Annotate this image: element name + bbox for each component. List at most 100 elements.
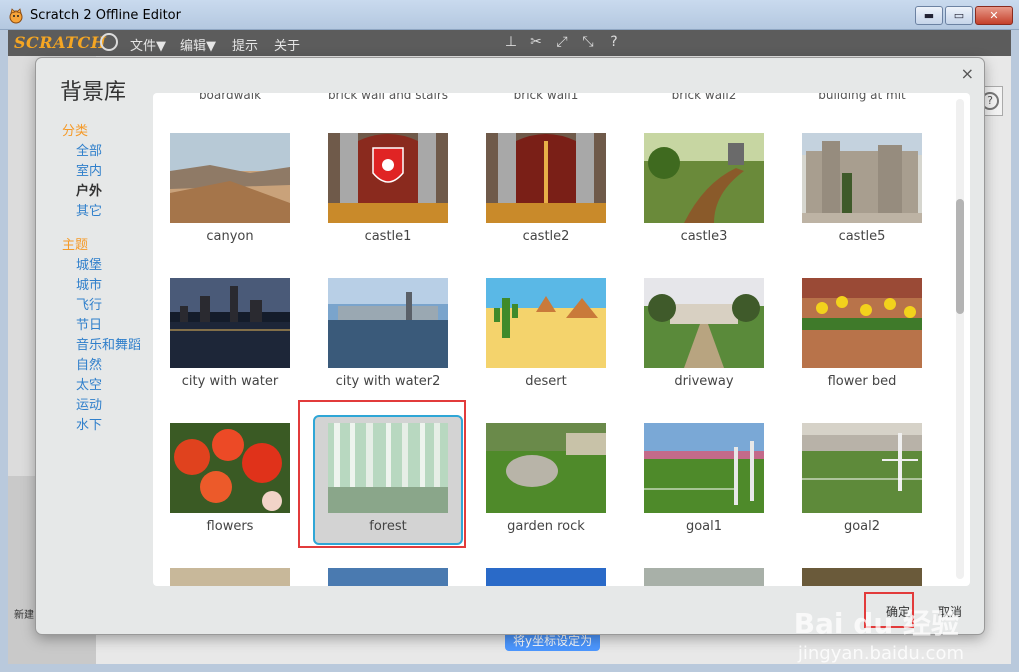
tile-label: brick wall and stairs [327, 93, 449, 102]
scratch-logo: SCRATCH [14, 33, 107, 52]
desert-thumbnail [486, 278, 606, 368]
theme-holiday[interactable]: 节日 [76, 316, 162, 336]
goal2-thumbnail [802, 423, 922, 513]
backdrop-tile-city-with-water2[interactable]: city with water2 [313, 270, 463, 400]
city-with-water2-thumbnail [328, 278, 448, 368]
backdrop-name: goal1 [685, 519, 723, 534]
backdrop-tile-castle2[interactable]: castle2 [471, 125, 621, 255]
theme-sports[interactable]: 运动 [76, 396, 162, 416]
goal1-thumbnail [644, 423, 764, 513]
backdrop-name: city with water2 [335, 374, 441, 389]
scratch-menubar: SCRATCH 文件▼ 编辑▼ 提示 关于 ⊥ ✂ ⤢ ⤡ ? [8, 30, 1011, 56]
backdrop-tile-flowers[interactable]: flowers [155, 415, 305, 545]
backdrop-tile-castle3[interactable]: castle3 [629, 125, 779, 255]
backdrop-name: garden rock [507, 519, 585, 534]
grow-icon[interactable]: ⤢ [554, 34, 570, 50]
new-backdrop-label: 新建 [14, 610, 34, 621]
backdrop-name: castle2 [522, 229, 570, 244]
library-filters: 分类 全部 室内 户外 其它 主题 城堡 城市 飞行 节日 音乐和舞蹈 自然 太… [62, 120, 162, 436]
castle5-thumbnail [802, 133, 922, 223]
canyon-thumbnail [170, 133, 290, 223]
library-scrollbar[interactable] [956, 99, 964, 579]
backdrop-name: castle5 [838, 229, 886, 244]
dialog-title: 背景库 [60, 80, 127, 105]
filter-indoors[interactable]: 室内 [76, 162, 162, 182]
filter-all[interactable]: 全部 [76, 142, 162, 162]
backdrop-name: flower bed [827, 374, 897, 389]
theme-city[interactable]: 城市 [76, 276, 162, 296]
backdrop-tile-flower-bed[interactable]: flower bed [787, 270, 937, 400]
backdrop-library-dialog: 背景库 × 分类 全部 室内 户外 其它 主题 城堡 城市 飞行 节日 音乐和舞… [36, 58, 984, 634]
filter-outdoors[interactable]: 户外 [76, 182, 162, 202]
theme-underwater[interactable]: 水下 [76, 416, 162, 436]
theme-music-dance[interactable]: 音乐和舞蹈 [76, 336, 162, 356]
dialog-close-icon[interactable]: × [961, 64, 974, 83]
castle3-thumbnail [644, 133, 764, 223]
backdrop-tile-partial[interactable] [787, 560, 937, 586]
theme-flying[interactable]: 飞行 [76, 296, 162, 316]
block-help-icon[interactable]: ? [606, 34, 622, 50]
tile-label: brick wall2 [671, 93, 737, 102]
window-titlebar: Scratch 2 Offline Editor ▬ ▭ ✕ [0, 0, 1019, 30]
backdrop-tile-partial[interactable] [313, 560, 463, 586]
backdrop-name: canyon [206, 229, 254, 244]
menu-edit[interactable]: 编辑▼ [180, 35, 216, 54]
castle1-thumbnail [328, 133, 448, 223]
tile-label: building at mit [818, 93, 906, 102]
theme-space[interactable]: 太空 [76, 376, 162, 396]
close-window-button[interactable]: ✕ [975, 6, 1013, 25]
castle2-thumbnail [486, 133, 606, 223]
backdrop-name: flowers [206, 519, 254, 534]
backdrop-tile-castle5[interactable]: castle5 [787, 125, 937, 255]
backdrop-tile-goal2[interactable]: goal2 [787, 415, 937, 545]
menu-tips[interactable]: 提示 [232, 35, 258, 54]
category-heading: 分类 [62, 124, 89, 139]
partial-thumbnail [802, 568, 922, 586]
backdrop-name: castle1 [364, 229, 412, 244]
backdrop-name: driveway [674, 374, 734, 389]
backdrop-name: castle3 [680, 229, 728, 244]
cut-off-row: boardwalk brick wall and stairs brick wa… [153, 93, 948, 107]
driveway-thumbnail [644, 278, 764, 368]
menu-about[interactable]: 关于 [274, 35, 300, 54]
tile-label: boardwalk [198, 93, 262, 102]
duplicate-stamp-icon[interactable]: ⊥ [503, 34, 519, 50]
backdrop-tile-garden-rock[interactable]: garden rock [471, 415, 621, 545]
maximize-button[interactable]: ▭ [945, 6, 973, 25]
backdrop-tile-partial[interactable] [471, 560, 621, 586]
theme-castle[interactable]: 城堡 [76, 256, 162, 276]
backdrop-tile-city-with-water[interactable]: city with water [155, 270, 305, 400]
flower-bed-thumbnail [802, 278, 922, 368]
theme-heading: 主题 [62, 238, 89, 253]
flowers-thumbnail [170, 423, 290, 513]
partial-thumbnail [328, 568, 448, 586]
baidu-watermark: Bai du 经验 [793, 607, 959, 640]
filter-other[interactable]: 其它 [76, 202, 162, 222]
window-title: Scratch 2 Offline Editor [30, 8, 181, 23]
cut-scissors-icon[interactable]: ✂ [528, 34, 544, 50]
backdrop-tile-driveway[interactable]: driveway [629, 270, 779, 400]
scratch-cat-icon [9, 8, 23, 24]
window-controls: ▬ ▭ ✕ [915, 6, 1013, 25]
shrink-icon[interactable]: ⤡ [580, 34, 596, 50]
city-with-water-thumbnail [170, 278, 290, 368]
backdrop-tile-goal1[interactable]: goal1 [629, 415, 779, 545]
minimize-button[interactable]: ▬ [915, 6, 943, 25]
baidu-watermark-url: jingyan.baidu.com [797, 643, 964, 664]
partial-thumbnail [486, 568, 606, 586]
backdrop-tile-partial[interactable] [155, 560, 305, 586]
language-globe-icon[interactable] [100, 33, 118, 51]
partial-thumbnail [170, 568, 290, 586]
backdrop-name: goal2 [843, 519, 881, 534]
menu-file[interactable]: 文件▼ [130, 35, 166, 54]
backdrop-name: city with water [181, 374, 279, 389]
theme-nature[interactable]: 自然 [76, 356, 162, 376]
scrollbar-thumb[interactable] [956, 199, 964, 314]
tile-label: brick wall1 [513, 93, 579, 102]
backdrop-tile-canyon[interactable]: canyon [155, 125, 305, 255]
backdrop-tile-desert[interactable]: desert [471, 270, 621, 400]
partial-thumbnail [644, 568, 764, 586]
backdrop-grid-panel[interactable]: boardwalk brick wall and stairs brick wa… [153, 93, 970, 586]
backdrop-tile-partial[interactable] [629, 560, 779, 586]
backdrop-tile-castle1[interactable]: castle1 [313, 125, 463, 255]
